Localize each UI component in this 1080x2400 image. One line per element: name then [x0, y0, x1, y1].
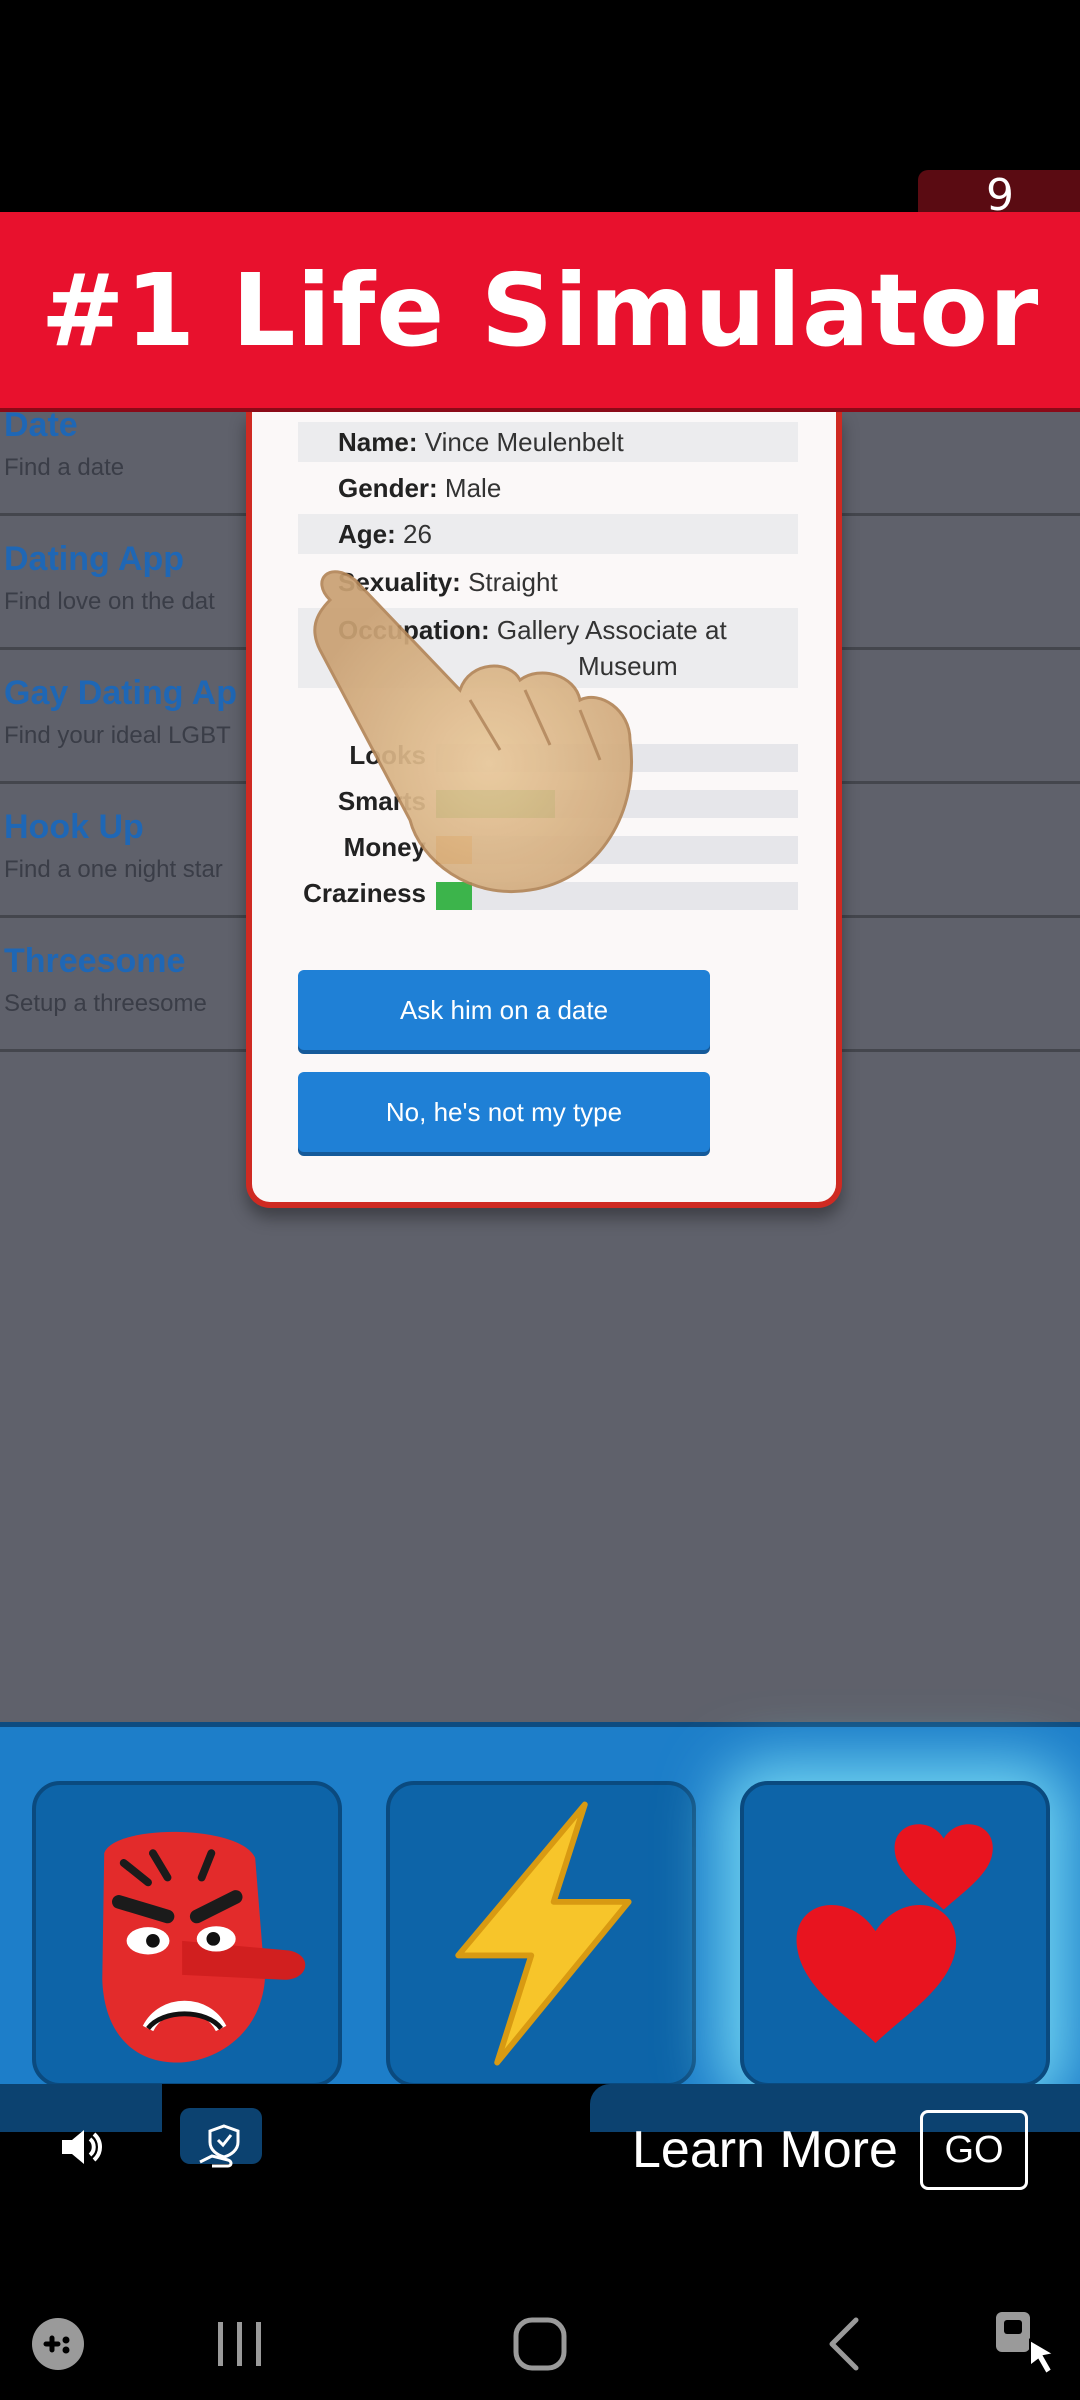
list-item-subtitle: Setup a threesome	[4, 990, 207, 1017]
list-item-title: Dating App	[4, 540, 185, 578]
list-item-title: Hook Up	[4, 808, 144, 846]
recent-apps-icon[interactable]	[212, 2318, 268, 2370]
not-my-type-button[interactable]: No, he's not my type	[298, 1072, 710, 1152]
emoji-tile-hearts[interactable]	[740, 1781, 1050, 2087]
emoji-tile-tengu[interactable]	[32, 1781, 342, 2087]
lightning-bolt-icon	[455, 1801, 632, 2066]
learn-more-link[interactable]: Learn More	[632, 2120, 898, 2180]
pointing-hand-icon	[313, 570, 633, 893]
age-row: Age: 26	[298, 514, 798, 554]
name-label: Name:	[338, 427, 418, 457]
tengu-goblin-icon	[102, 1831, 306, 2063]
game-launcher-icon[interactable]	[28, 2314, 88, 2374]
profile-age: 26	[403, 519, 432, 549]
gender-row: Gender: Male	[298, 468, 798, 508]
list-item-title: Gay Dating Ap	[4, 674, 237, 712]
ad-privacy-icon[interactable]	[198, 2122, 244, 2170]
two-hearts-icon	[796, 1824, 993, 2044]
promo-banner: #1 Life Simulator	[0, 212, 1080, 412]
go-button[interactable]: GO	[920, 2110, 1028, 2190]
gender-label: Gender:	[338, 473, 438, 503]
profile-gender: Male	[444, 473, 502, 503]
age-label: Age:	[338, 519, 396, 549]
system-navigation-bar	[0, 2284, 1080, 2400]
banner-title: #1 Life Simulator	[40, 252, 1040, 369]
volume-icon[interactable]	[58, 2124, 104, 2170]
list-item-subtitle: Find a one night star	[4, 856, 223, 883]
list-item-subtitle: Find love on the dat	[4, 588, 215, 615]
emoji-panel	[0, 1722, 1080, 2087]
list-item-title: Threesome	[4, 942, 186, 980]
back-icon[interactable]	[820, 2314, 870, 2374]
name-row: Name: Vince Meulenbelt	[298, 422, 798, 462]
home-icon[interactable]	[510, 2314, 570, 2374]
ask-on-date-button[interactable]: Ask him on a date	[298, 970, 710, 1050]
screen: 9 Date Find a date Dating App Find love …	[0, 0, 1080, 2400]
list-item-subtitle: Find your ideal LGBT	[4, 722, 231, 749]
profile-name: Vince Meulenbelt	[424, 427, 624, 457]
emoji-tile-lightning[interactable]	[386, 1781, 696, 2087]
accessibility-gesture-icon[interactable]	[990, 2306, 1060, 2378]
list-item-subtitle: Find a date	[4, 454, 125, 481]
